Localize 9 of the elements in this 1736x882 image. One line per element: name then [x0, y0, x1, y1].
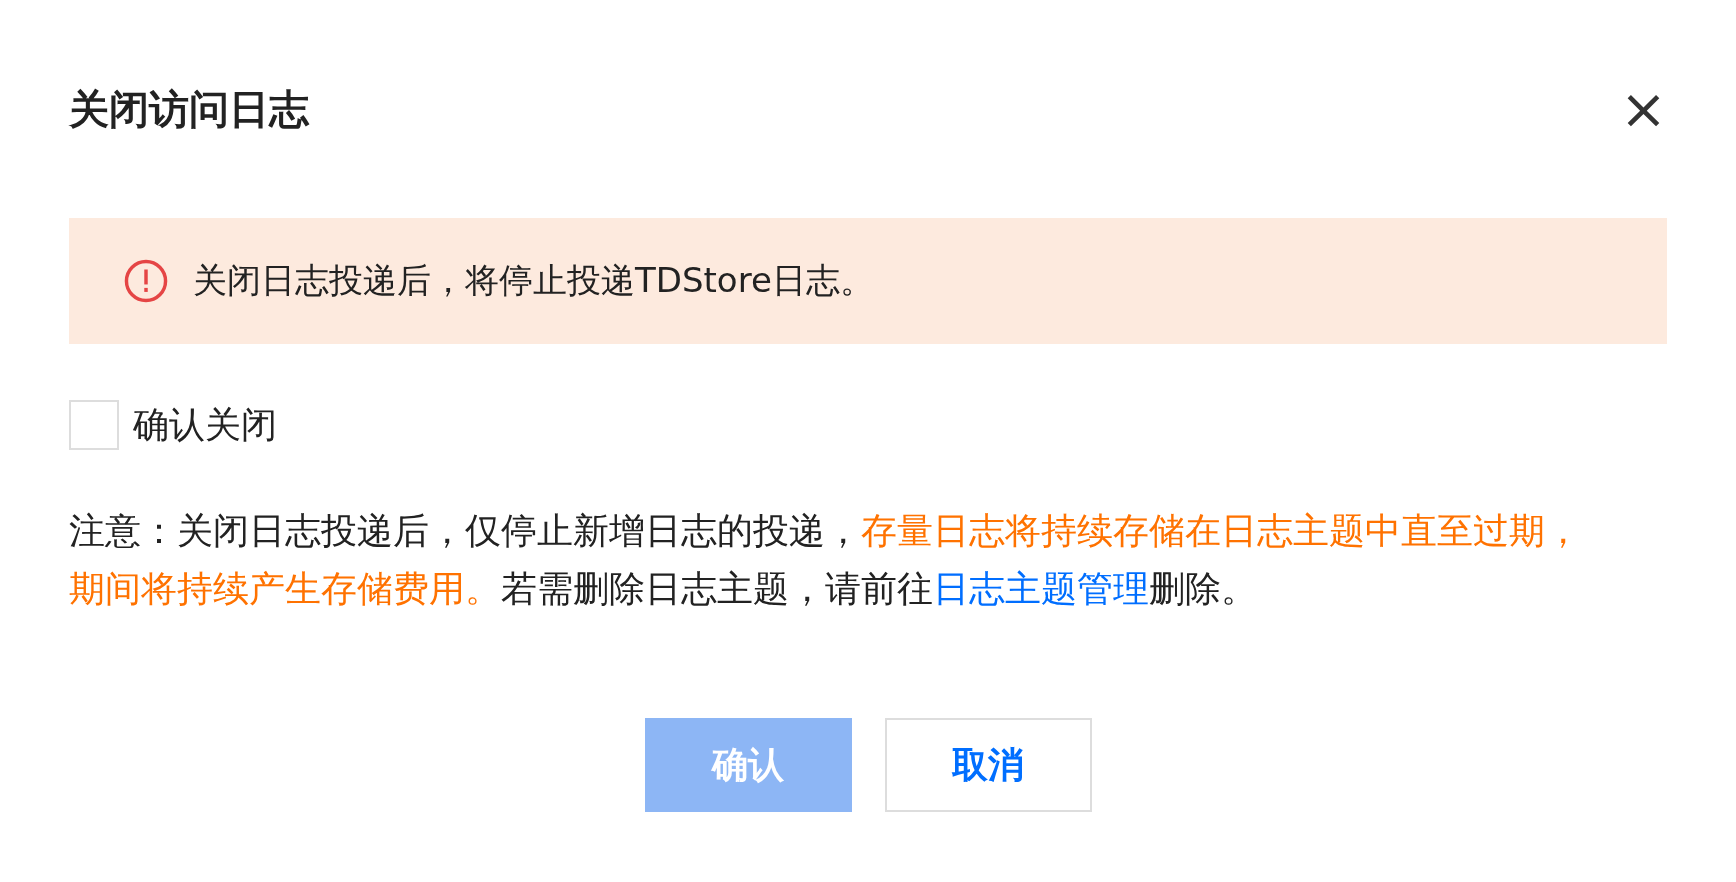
checkbox[interactable]: [69, 400, 119, 450]
warning-text: 关闭日志投递后，将停止投递TDStore日志。: [193, 259, 874, 302]
topic-management-link[interactable]: 日志主题管理: [933, 568, 1149, 609]
dialog-title: 关闭访问日志: [69, 84, 309, 134]
close-button[interactable]: ×: [1620, 81, 1667, 137]
cancel-button[interactable]: 取消: [884, 718, 1092, 812]
notice-text: 注意：关闭日志投递后，仅停止新增日志的投递，存量日志将持续存储在日志主题中直至过期，期间将持续产生存储费用。若需删除日志主题，请前往日志主题管理删除。: [69, 509, 1582, 611]
checkbox-label: 确认关闭: [133, 402, 277, 447]
warning-icon: [123, 258, 169, 304]
